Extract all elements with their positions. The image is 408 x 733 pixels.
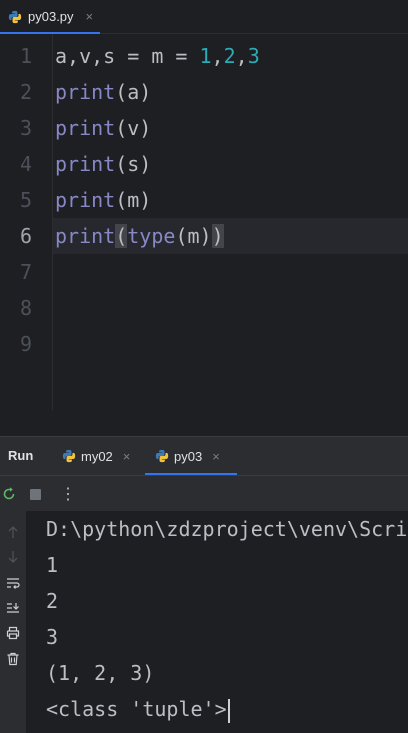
line-number: 1	[19, 44, 32, 68]
more-button[interactable]: ⋮	[58, 476, 78, 512]
run-tab-label: my02	[81, 448, 113, 464]
code-line-4: print(s)	[55, 146, 151, 182]
editor-tab-bar: py03.py ×	[0, 0, 408, 34]
builtin-function: print	[55, 116, 116, 140]
stop-icon	[29, 488, 41, 500]
rerun-button[interactable]	[0, 476, 18, 512]
scroll-to-end-icon	[7, 603, 19, 613]
editor-bottom-area	[0, 410, 408, 436]
code-line-3: print(v)	[55, 110, 151, 146]
console-line: D:\python\zdzproject\venv\Scripts\python…	[46, 517, 408, 541]
console-line: 1	[46, 553, 59, 577]
number-literal: 1	[199, 44, 212, 68]
down-arrow-icon	[8, 551, 18, 563]
more-icon: ⋮	[60, 486, 76, 503]
code-text: (m)	[115, 188, 152, 212]
number-literal: 2	[223, 44, 236, 68]
scroll-down-button[interactable]	[4, 548, 22, 566]
trash-icon	[7, 652, 19, 666]
number-literal: 3	[247, 44, 260, 68]
code-line-1: a,v,s = m = 1,2,3	[55, 38, 260, 74]
code-text: (a)	[115, 80, 152, 104]
line-number: 2	[19, 80, 32, 104]
builtin-function: print	[55, 152, 116, 176]
line-number: 7	[19, 260, 32, 284]
builtin-function: print	[55, 188, 116, 212]
code-text: (m)	[175, 224, 212, 248]
console-output[interactable]: D:\python\zdzproject\venv\Scripts\python…	[26, 511, 408, 733]
line-number: 4	[19, 152, 32, 176]
line-number: 8	[19, 296, 32, 320]
code-editor[interactable]: 1 2 3 4 5 6 7 8 9 a,v,s = m = 1,2,3 prin…	[0, 34, 408, 410]
close-icon[interactable]: ×	[212, 449, 220, 464]
builtin-function: type	[127, 224, 176, 248]
console-side-toolbar	[0, 511, 26, 733]
console-line: 3	[46, 625, 59, 649]
console-line: (1, 2, 3)	[46, 661, 155, 685]
run-tool-window-header: Run my02 × py03 ×	[0, 437, 408, 475]
code-line-5: print(m)	[55, 182, 151, 218]
editor-tab-label: py03.py	[28, 9, 74, 24]
print-button[interactable]	[4, 624, 22, 642]
line-number: 3	[19, 116, 32, 140]
close-icon[interactable]: ×	[123, 449, 131, 464]
code-line-2: print(a)	[55, 74, 151, 110]
matched-brace: )	[211, 224, 224, 248]
python-file-icon	[8, 10, 22, 23]
console-line: 2	[46, 589, 59, 613]
scroll-up-button[interactable]	[4, 523, 22, 541]
up-arrow-icon	[8, 526, 18, 538]
code-text: (v)	[115, 116, 152, 140]
soft-wrap-icon	[7, 578, 20, 589]
run-toolbar: ⋮	[0, 475, 408, 512]
clear-all-button[interactable]	[4, 650, 22, 668]
editor-tab-py03[interactable]: py03.py ×	[0, 0, 100, 34]
console-line-last: <class 'tuple'>	[46, 691, 230, 727]
line-number: 5	[19, 188, 32, 212]
line-number: 9	[19, 332, 32, 356]
run-tab-label: py03	[174, 448, 203, 464]
run-tab-my02[interactable]: my02 ×	[62, 437, 130, 475]
line-number-gutter: 1 2 3 4 5 6 7 8 9	[0, 34, 53, 410]
print-icon	[6, 626, 20, 640]
python-file-icon	[62, 449, 76, 463]
close-icon[interactable]: ×	[86, 9, 94, 24]
soft-wrap-button[interactable]	[4, 574, 22, 592]
rerun-icon	[3, 487, 15, 500]
code-text: ,	[235, 44, 248, 68]
builtin-function: print	[55, 224, 116, 248]
stop-button[interactable]	[27, 476, 43, 512]
line-number-current: 6	[19, 224, 32, 248]
scroll-to-end-button[interactable]	[4, 599, 22, 617]
console-line-text: <class 'tuple'>	[46, 697, 227, 721]
run-panel-title: Run	[8, 448, 34, 463]
code-text: ,	[211, 44, 224, 68]
builtin-function: print	[55, 80, 116, 104]
text-caret	[227, 698, 230, 723]
code-text: (s)	[115, 152, 152, 176]
matched-brace: (	[115, 224, 128, 248]
python-file-icon	[155, 449, 169, 463]
code-line-6: print(type(m))	[55, 218, 224, 254]
run-tab-py03[interactable]: py03 ×	[145, 437, 237, 475]
code-text: a,v,s = m =	[55, 44, 200, 68]
